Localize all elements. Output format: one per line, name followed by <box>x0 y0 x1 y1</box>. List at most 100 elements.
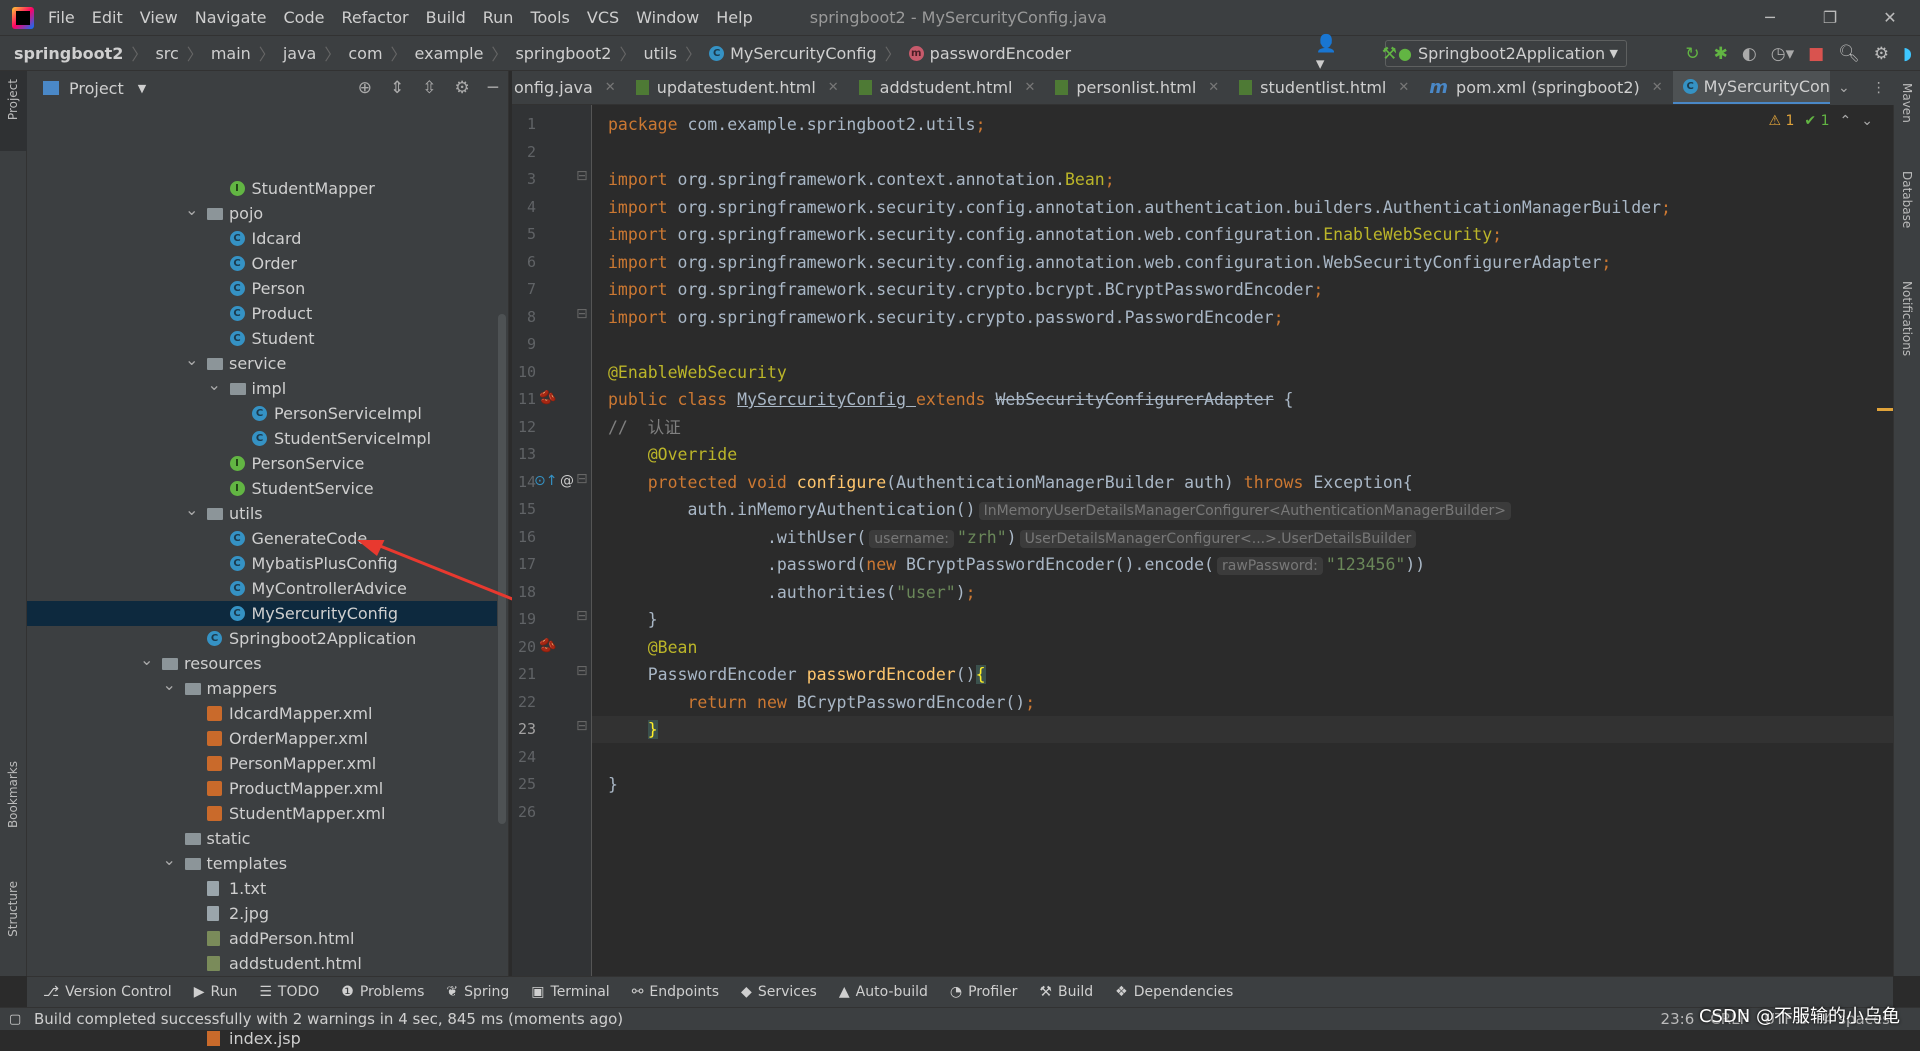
tab-pom-xml-springboot2-[interactable]: m pom.xml (springboot2) ✕ <box>1419 71 1672 104</box>
tree-item[interactable]: C Idcard <box>27 226 497 251</box>
caret-position[interactable]: 23:6 <box>1661 1010 1695 1028</box>
tree-item[interactable]: 1.txt <box>27 876 497 901</box>
tool-todo[interactable]: ☰ TODO <box>259 984 319 1000</box>
fold-icon[interactable]: ⊟ <box>576 168 588 184</box>
menu-vcs[interactable]: VCS <box>587 8 619 27</box>
chevron-down-icon[interactable]: ⌄ <box>208 372 221 397</box>
tab-personlist-html[interactable]: personlist.html ✕ <box>1045 71 1229 104</box>
tool-profiler[interactable]: ◔ Profiler <box>950 984 1018 1000</box>
user-icon[interactable]: 👤▾ <box>1316 34 1337 74</box>
tool-auto-build[interactable]: ▲ Auto-build <box>839 984 928 1000</box>
close-tab-icon[interactable]: ✕ <box>1398 80 1409 95</box>
fold-icon[interactable]: ⊟ <box>576 608 588 624</box>
chevron-down-icon[interactable]: ▼ <box>138 82 146 95</box>
toolbox-icon[interactable]: ◗ <box>1903 44 1912 64</box>
tool-build[interactable]: ⚒ Build <box>1039 984 1093 1000</box>
hide-icon[interactable]: ─ <box>488 78 498 98</box>
more-options-icon[interactable]: ⋮ <box>1872 80 1886 96</box>
menu-view[interactable]: View <box>140 8 178 27</box>
tree-item[interactable]: ⌄ templates <box>27 850 497 876</box>
debug-icon[interactable]: ✱ <box>1714 44 1728 64</box>
fold-icon[interactable]: ⊟ <box>576 306 588 322</box>
gear-icon[interactable]: ⚙ <box>455 78 470 98</box>
fold-icon[interactable]: ⊟ <box>576 718 588 734</box>
override-icon[interactable]: ⊙↑ <box>534 473 557 489</box>
breadcrumb-item[interactable]: com <box>348 44 382 63</box>
tree-item[interactable]: static <box>27 826 497 851</box>
menu-tools[interactable]: Tools <box>530 8 569 27</box>
menu-edit[interactable]: Edit <box>92 8 123 27</box>
profile-icon[interactable]: ◷▾ <box>1771 44 1794 64</box>
minimize-button[interactable]: ─ <box>1740 0 1800 36</box>
close-tab-icon[interactable]: ✕ <box>605 80 616 95</box>
project-tool-button[interactable]: Project <box>6 79 20 120</box>
restore-button[interactable]: ❐ <box>1800 0 1860 36</box>
tree-item[interactable]: OrderMapper.xml <box>27 726 497 751</box>
menu-help[interactable]: Help <box>716 8 752 27</box>
close-tab-icon[interactable]: ✕ <box>1208 80 1219 95</box>
tree-item[interactable]: ⌄ mappers <box>27 675 497 701</box>
tool-spring[interactable]: ❦ Spring <box>446 984 509 1000</box>
coverage-icon[interactable]: ◐ <box>1742 44 1757 64</box>
tree-item[interactable]: C Product <box>27 301 497 326</box>
tree-item[interactable]: C StudentServiceImpl <box>27 426 497 451</box>
tree-item[interactable]: addPerson.html <box>27 926 497 951</box>
annotation-icon[interactable]: @ <box>560 473 574 489</box>
warning-stripe[interactable] <box>1877 408 1893 411</box>
project-scrollbar[interactable] <box>498 314 506 824</box>
tree-item[interactable]: I StudentService <box>27 476 497 501</box>
code-editor[interactable]: 1 2 3 4 5 6 7 8 9 10 11 12 13 14 15 16 17 18 19 20 21 22 23 24 2… <box>512 105 1893 976</box>
breadcrumb-item[interactable]: src <box>155 44 178 63</box>
tree-item[interactable]: C MySercurityConfig <box>27 601 497 626</box>
tree-item[interactable]: ⌄ utils <box>27 500 497 526</box>
fold-icon[interactable]: ⊟ <box>576 663 588 679</box>
build-hammer-icon[interactable]: ⚒ <box>1382 44 1397 64</box>
tool-dependencies[interactable]: ❖ Dependencies <box>1115 984 1233 1000</box>
warning-count[interactable]: ⚠ 1 <box>1768 113 1794 129</box>
tree-item[interactable]: C GenerateCode <box>27 526 497 551</box>
stop-icon[interactable]: ■ <box>1808 44 1824 64</box>
tree-item[interactable]: C Springboot2Application <box>27 626 497 651</box>
menu-file[interactable]: File <box>48 8 75 27</box>
structure-tool-button[interactable]: Structure <box>6 881 20 937</box>
breadcrumb-item[interactable]: MySercurityConfig <box>730 44 877 63</box>
tree-item[interactable]: C PersonServiceImpl <box>27 401 497 426</box>
next-highlight-icon[interactable]: ⌄ <box>1861 113 1873 129</box>
collapse-all-icon[interactable]: ⇳ <box>422 78 436 98</box>
tool-run[interactable]: ▶ Run <box>194 984 238 1000</box>
status-message[interactable]: Build completed successfully with 2 warn… <box>34 1010 623 1028</box>
tree-item[interactable]: ProductMapper.xml <box>27 776 497 801</box>
chevron-down-icon[interactable]: ⌄ <box>163 672 176 697</box>
inspection-widget[interactable]: ⚠ 1 ✔ 1 ⌃ ⌄ <box>1768 113 1873 129</box>
tool-services[interactable]: ◆ Services <box>741 984 817 1000</box>
chevron-down-icon[interactable]: ⌄ <box>185 347 198 372</box>
breadcrumb-item[interactable]: utils <box>643 44 677 63</box>
locate-icon[interactable]: ⊕ <box>358 78 372 98</box>
tab-updatestudent-html[interactable]: updatestudent.html ✕ <box>626 71 849 104</box>
tool-problems[interactable]: ❶ Problems <box>341 984 424 1000</box>
breadcrumb-item[interactable]: springboot2 <box>14 44 123 63</box>
menu-run[interactable]: Run <box>483 8 514 27</box>
status-layout-icon[interactable]: ▢ <box>9 1012 21 1027</box>
database-tool-button[interactable]: Database <box>1900 171 1914 228</box>
tab-studentlist-html[interactable]: studentlist.html ✕ <box>1229 71 1419 104</box>
tree-item[interactable]: 2.jpg <box>27 901 497 926</box>
menu-navigate[interactable]: Navigate <box>195 8 267 27</box>
chevron-down-icon[interactable]: ⌄ <box>185 197 198 222</box>
close-tab-icon[interactable]: ✕ <box>1024 80 1035 95</box>
spring-bean-icon[interactable]: 🫘 <box>539 638 556 654</box>
menu-refactor[interactable]: Refactor <box>341 8 408 27</box>
tree-item[interactable]: PersonMapper.xml <box>27 751 497 776</box>
breadcrumb-item[interactable]: example <box>415 44 484 63</box>
tree-item[interactable]: IdcardMapper.xml <box>27 701 497 726</box>
breadcrumb-item[interactable]: main <box>211 44 251 63</box>
run-configuration-select[interactable]: ● Springboot2Application ▼ <box>1385 40 1627 67</box>
tool-version-control[interactable]: ⎇ Version Control <box>43 984 172 1000</box>
menu-build[interactable]: Build <box>426 8 466 27</box>
menu-code[interactable]: Code <box>284 8 325 27</box>
close-tab-icon[interactable]: ✕ <box>828 80 839 95</box>
close-button[interactable]: ✕ <box>1860 0 1920 36</box>
tool-endpoints[interactable]: ⚯ Endpoints <box>632 984 719 1000</box>
ok-count[interactable]: ✔ 1 <box>1804 113 1829 129</box>
breadcrumb-item[interactable]: springboot2 <box>515 44 611 63</box>
